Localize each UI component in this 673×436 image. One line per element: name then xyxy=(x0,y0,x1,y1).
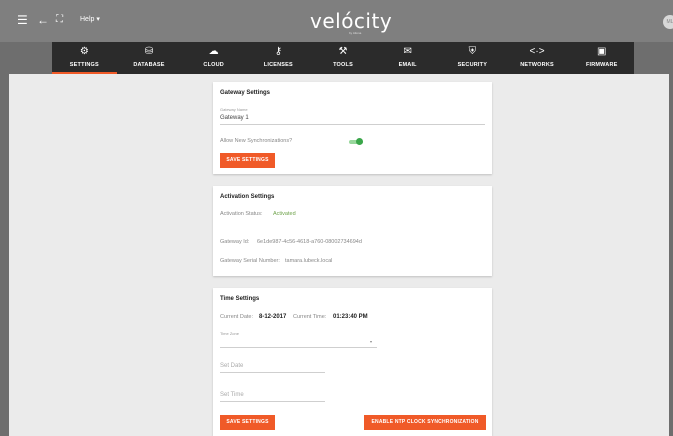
gateway-name-input[interactable]: Gateway 1 xyxy=(220,115,249,121)
gateway-name-label: Gateway Name xyxy=(220,107,248,112)
time-zone-label: Time Zone xyxy=(220,331,239,336)
allow-sync-label: Allow New Synchronizations? xyxy=(220,138,293,144)
enable-ntp-sync-button[interactable]: ENABLE NTP CLOCK SYNCHRONIZATION xyxy=(364,415,486,430)
tab-security[interactable]: ⛨ SECURITY xyxy=(440,42,505,74)
main-nav: ⚙ SETTINGS ⛁ DATABASE ☁ CLOUD ⚷ LICENSES ⚒ TOOLS ✉… xyxy=(52,42,634,74)
card-title: Time Settings xyxy=(220,296,260,302)
key-icon: ⚷ xyxy=(274,46,283,57)
tab-tools[interactable]: ⚒ TOOLS xyxy=(311,42,376,74)
email-icon: ✉ xyxy=(403,46,412,57)
tab-label: LICENSES xyxy=(263,62,293,68)
tab-firmware[interactable]: ▣ FIRMWARE xyxy=(569,42,634,74)
current-date-label: Current Date: xyxy=(220,314,254,320)
back-arrow-icon[interactable]: ← xyxy=(37,13,49,27)
activation-status-value: Activated xyxy=(273,211,296,217)
tab-licenses[interactable]: ⚷ LICENSES xyxy=(246,42,311,74)
logo-subtitle: by Atlona xyxy=(349,31,362,35)
set-date-input[interactable]: Set Date xyxy=(220,363,243,369)
select-underline xyxy=(220,347,377,348)
time-settings-card: Time Settings Current Date: 8-12-2017 Cu… xyxy=(213,288,492,436)
current-time-label: Current Time: xyxy=(293,314,327,320)
gateway-id-value: 6e1de987-4c56-4618-a760-08002734694d xyxy=(257,239,362,245)
activation-settings-card: Activation Settings Activation Status: A… xyxy=(213,186,492,276)
tab-cloud[interactable]: ☁ CLOUD xyxy=(181,42,246,74)
save-time-settings-button[interactable]: SAVE SETTINGS xyxy=(220,415,275,430)
tab-label: SECURITY xyxy=(457,62,488,68)
input-underline xyxy=(220,124,485,125)
tab-label: CLOUD xyxy=(203,62,224,68)
gear-icon: ⚙ xyxy=(79,46,89,57)
fullscreen-icon[interactable]: ⛶ xyxy=(56,13,63,27)
allow-sync-toggle[interactable] xyxy=(349,138,363,145)
user-avatar[interactable]: ML xyxy=(663,15,673,29)
velocity-logo: velócity xyxy=(310,9,393,33)
tab-label: SETTINGS xyxy=(69,62,99,68)
menu-icon[interactable]: ☰ xyxy=(17,13,28,27)
tab-label: FIRMWARE xyxy=(585,62,618,68)
serial-number-value: tamara.lubeck.local xyxy=(285,258,333,264)
settings-content: Gateway Settings Gateway Name Gateway 1 … xyxy=(9,74,669,436)
card-title: Activation Settings xyxy=(220,194,275,200)
top-bar: ☰ ← ⛶ Help ▾ velócity by Atlona ML xyxy=(0,0,673,42)
tab-label: EMAIL xyxy=(398,62,417,68)
set-time-input[interactable]: Set Time xyxy=(220,392,244,398)
serial-number-label: Gateway Serial Number: xyxy=(220,258,280,264)
tab-label: DATABASE xyxy=(133,62,165,68)
activation-status-label: Activation Status: xyxy=(220,211,263,217)
database-icon: ⛁ xyxy=(144,46,154,57)
input-underline xyxy=(220,401,325,402)
gateway-settings-card: Gateway Settings Gateway Name Gateway 1 … xyxy=(213,82,492,174)
current-time-value: 01:23:40 PM xyxy=(333,314,368,320)
input-underline xyxy=(220,372,325,373)
tab-email[interactable]: ✉ EMAIL xyxy=(375,42,440,74)
gateway-id-label: Gateway Id: xyxy=(220,239,250,245)
wrench-icon: ⚒ xyxy=(338,46,348,57)
card-title: Gateway Settings xyxy=(220,90,271,96)
tab-settings[interactable]: ⚙ SETTINGS xyxy=(52,42,117,74)
shield-icon: ⛨ xyxy=(468,46,477,57)
chip-icon: ▣ xyxy=(596,46,607,57)
dropdown-arrow-icon[interactable]: ▾ xyxy=(370,339,372,344)
current-date-value: 8-12-2017 xyxy=(259,314,287,320)
cloud-icon: ☁ xyxy=(208,46,219,57)
tab-label: TOOLS xyxy=(333,62,353,68)
code-arrows-icon: <·> xyxy=(529,46,545,57)
tab-database[interactable]: ⛁ DATABASE xyxy=(117,42,182,74)
save-gateway-settings-button[interactable]: SAVE SETTINGS xyxy=(220,153,275,168)
tab-networks[interactable]: <·> NETWORKS xyxy=(505,42,570,74)
tab-label: NETWORKS xyxy=(520,62,554,68)
help-menu[interactable]: Help ▾ xyxy=(80,15,100,23)
toggle-knob xyxy=(356,138,363,145)
